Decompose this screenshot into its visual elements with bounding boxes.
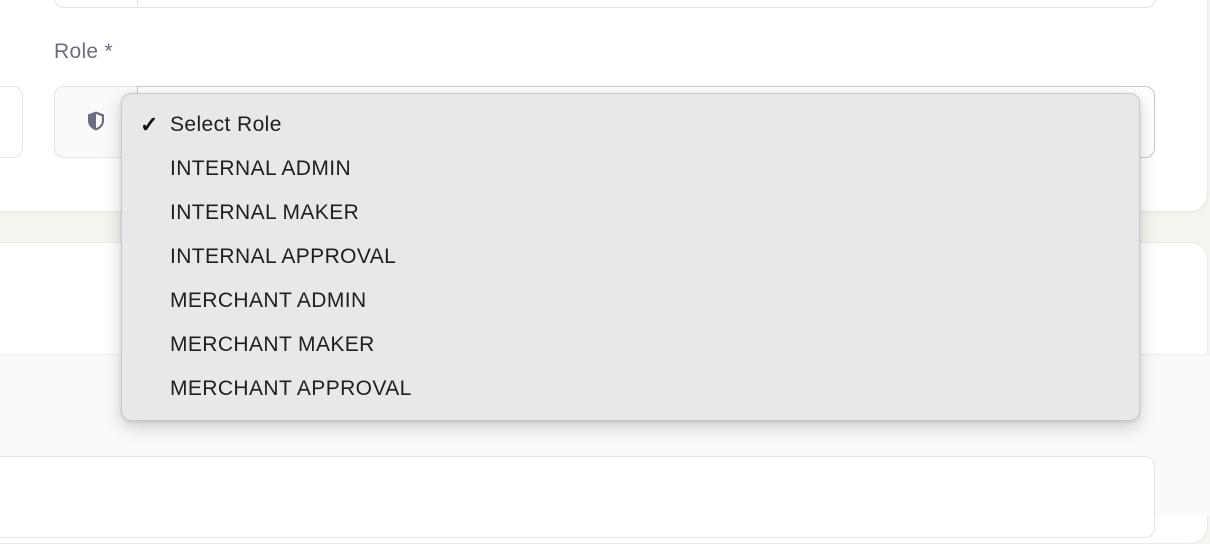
role-dropdown-menu: ✓ Select Role INTERNAL ADMIN INTERNAL MA… <box>121 93 1140 421</box>
previous-field[interactable] <box>54 0 1156 8</box>
role-option-internal-maker[interactable]: INTERNAL MAKER <box>122 191 1139 235</box>
option-label: INTERNAL APPROVAL <box>170 245 397 268</box>
option-label: INTERNAL ADMIN <box>170 157 352 180</box>
role-option-internal-admin[interactable]: INTERNAL ADMIN <box>122 147 1139 191</box>
role-label: Role * <box>54 40 113 63</box>
option-label: MERCHANT ADMIN <box>170 289 367 312</box>
checkmark-icon: ✓ <box>140 112 159 137</box>
role-option-internal-approval[interactable]: INTERNAL APPROVAL <box>122 235 1139 279</box>
role-option-select-role[interactable]: ✓ Select Role <box>122 103 1139 147</box>
option-label: Select Role <box>170 113 282 136</box>
shield-icon <box>85 110 107 132</box>
role-option-merchant-maker[interactable]: MERCHANT MAKER <box>122 323 1139 367</box>
option-label: MERCHANT APPROVAL <box>170 377 412 400</box>
role-option-merchant-admin[interactable]: MERCHANT ADMIN <box>122 279 1139 323</box>
option-label: INTERNAL MAKER <box>170 201 360 224</box>
option-label: MERCHANT MAKER <box>170 333 375 356</box>
previous-field-divider <box>137 0 138 6</box>
role-option-merchant-approval[interactable]: MERCHANT APPROVAL <box>122 367 1139 411</box>
bottom-field[interactable] <box>0 456 1155 538</box>
adjacent-field[interactable] <box>0 86 23 158</box>
